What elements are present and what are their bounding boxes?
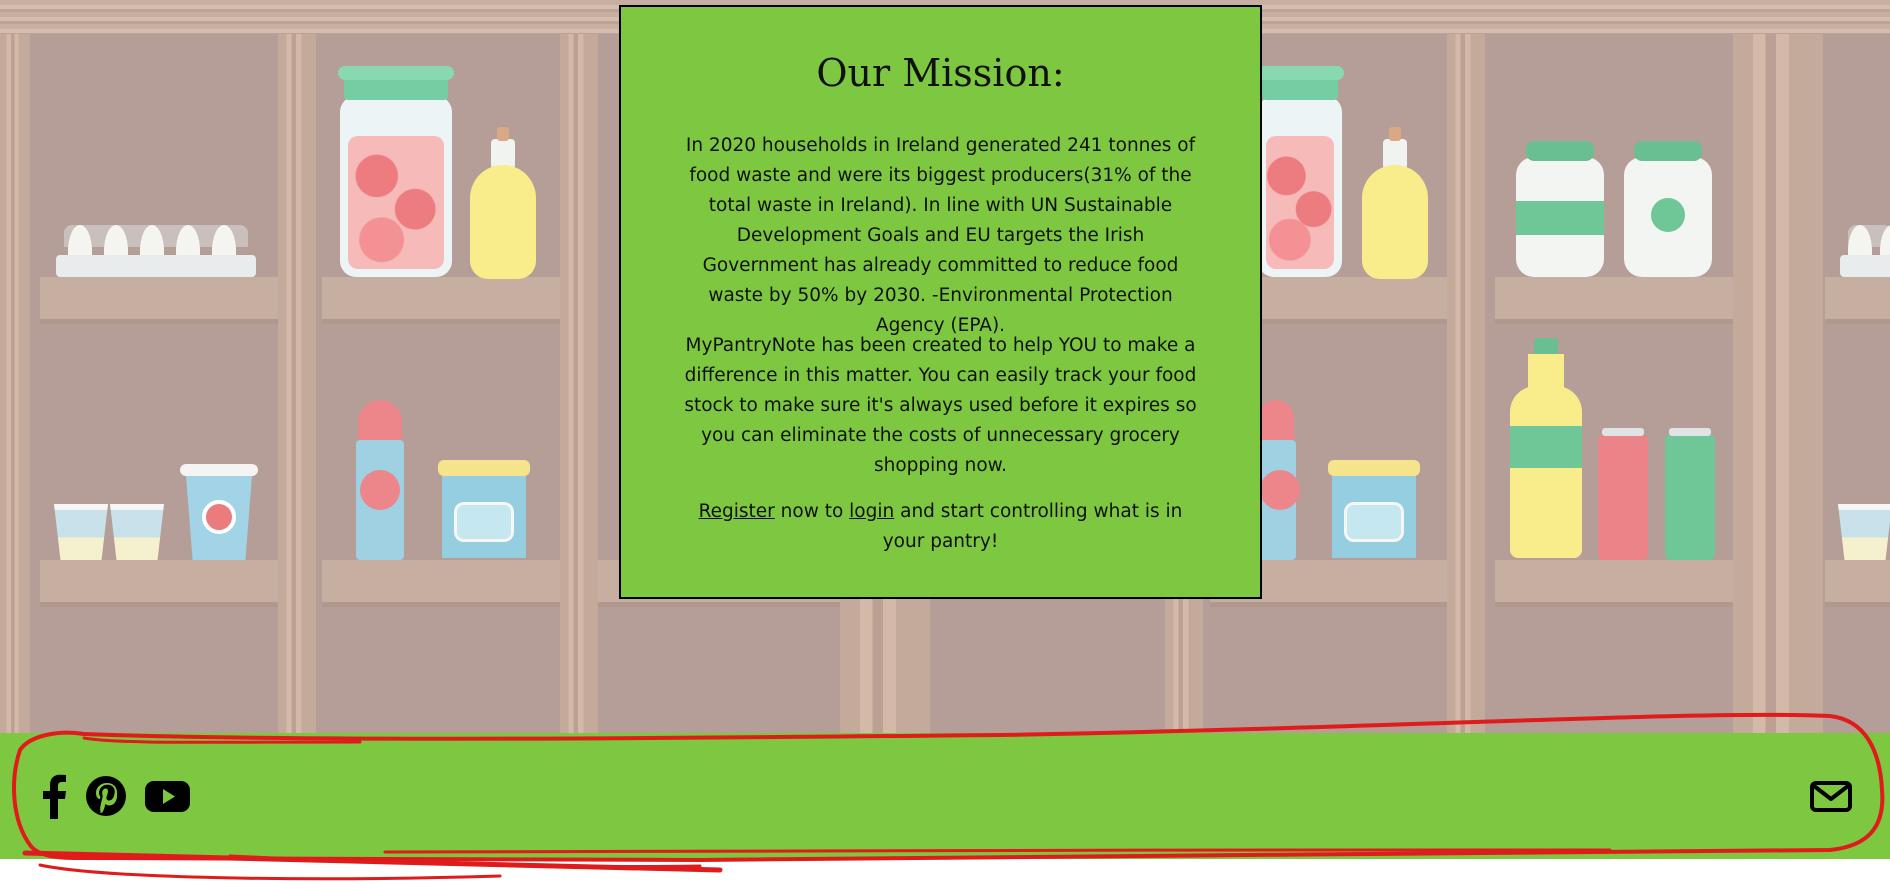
pinterest-icon[interactable] [86,773,126,819]
mission-statistics-paragraph: In 2020 households in Ireland generated … [685,135,1196,336]
cta-text-between: now to [774,501,850,522]
youtube-icon[interactable] [145,773,190,819]
register-link[interactable]: Register [699,501,775,522]
mission-purpose-paragraph: MyPantryNote has been created to help YO… [684,335,1197,476]
cta-text-after: and start controlling what is in your pa… [882,501,1183,552]
mission-card: Our Mission: In 2020 households in Irela… [619,5,1262,599]
login-link[interactable]: login [849,501,894,522]
footer [0,733,1890,859]
mission-call-to-action: Register now to login and start controll… [679,497,1202,557]
mission-title: Our Mission: [816,51,1065,95]
envelope-icon[interactable] [1809,773,1853,819]
facebook-icon[interactable] [42,773,66,819]
